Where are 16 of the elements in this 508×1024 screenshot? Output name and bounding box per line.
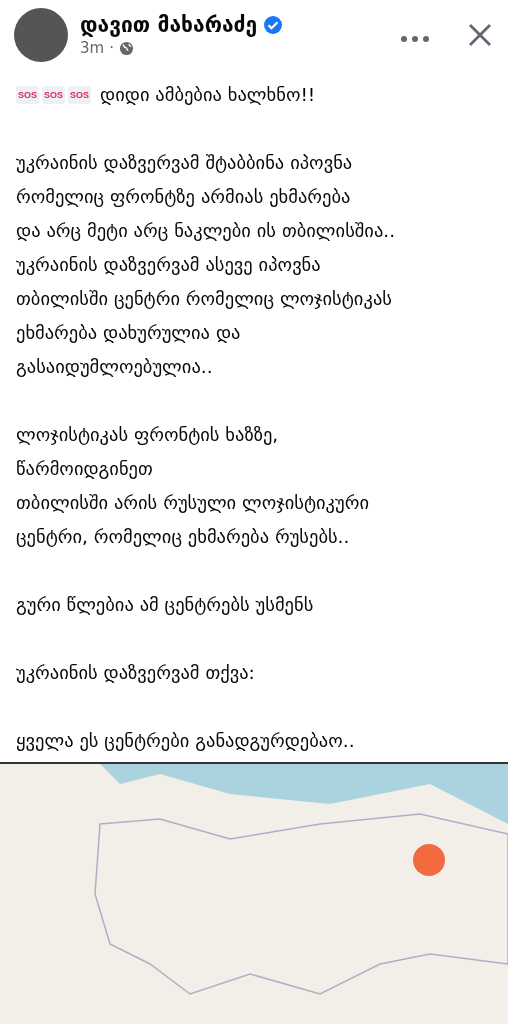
post-paragraph: ლოჯისტიკას ფრონტის ხაზზე, წარმოიდგინეთ თბილისში არის რუსული ლოჯისტიკური ცენტრი, რომელიც ეხმარება რუსებს.. [16, 423, 370, 549]
separator-dot: · [109, 39, 114, 57]
globe-icon [118, 40, 134, 56]
sos-emoji: SOS [68, 86, 92, 104]
sos-emoji: SOS [42, 86, 66, 104]
post-time: 3m [80, 39, 105, 57]
post-paragraph: გური წლებია ამ ცენტრებს უსმენს [16, 593, 315, 617]
post-paragraph: უკრაინის დაზვერვამ შტაბბინა იპოვნა რომელიც ფრონტზე არმიას ეხმარება და არც მეტი არც ნაკლები ის თბილისშია.. უკრაინის დაზვერვამ ასევე იპოვნა თბილისში ცენტრი რომელიც ლოჯისტიკას ეხმარება დახურულია და გასაიდუმლოებულია.. [16, 151, 397, 379]
post-headline: დიდი ამბებია ხალხნო!! [100, 83, 316, 107]
close-icon[interactable] [468, 23, 492, 47]
sos-emoji: SOS [16, 86, 39, 104]
author-name[interactable]: დავით მახარაძე [80, 13, 258, 37]
post-paragraph: უკრაინის დაზვერვამ თქვა: [16, 661, 256, 685]
avatar[interactable] [14, 8, 68, 62]
more-icon [400, 34, 430, 43]
post-paragraph: ყველა ეს ცენტრები განადგურდებაო.. [16, 729, 356, 753]
